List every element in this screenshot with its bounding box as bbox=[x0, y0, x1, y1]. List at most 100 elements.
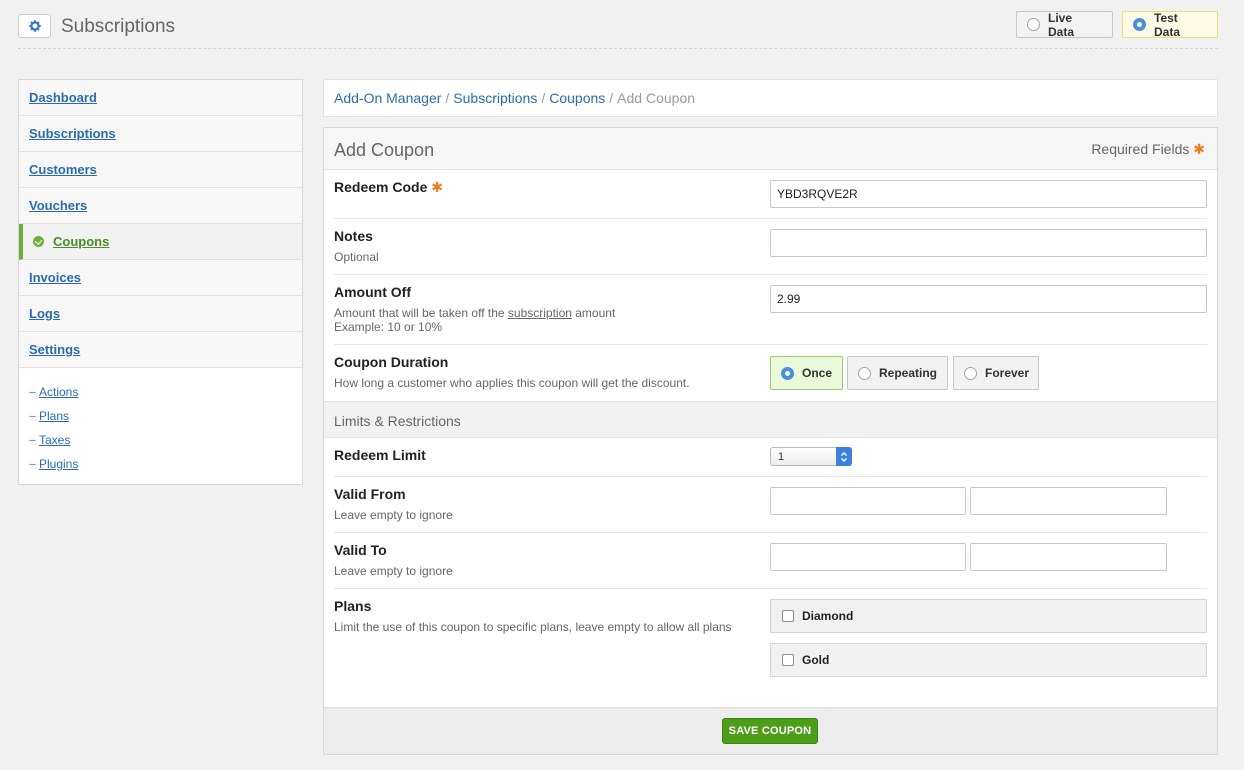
sidebar-link-dashboard[interactable]: Dashboard bbox=[29, 90, 97, 105]
page-title: Subscriptions bbox=[61, 16, 176, 37]
sidebar-subitem-plugins[interactable]: --- Plugins bbox=[19, 452, 302, 476]
sidebar-item-invoices[interactable]: Invoices bbox=[19, 260, 302, 296]
sidebar-link-vouchers[interactable]: Vouchers bbox=[29, 198, 87, 213]
coupon-duration-row: Coupon Duration How long a customer who … bbox=[334, 345, 1207, 401]
amount-off-value: 2.99 bbox=[777, 292, 801, 306]
redeem-limit-select[interactable]: 1 bbox=[770, 447, 852, 466]
redeem-code-value: YBD3RQVE2R bbox=[777, 187, 858, 201]
radio-selected-icon bbox=[1133, 18, 1146, 31]
duration-repeating-button[interactable]: Repeating bbox=[847, 356, 948, 390]
plan-option-gold[interactable]: Gold bbox=[770, 643, 1207, 677]
redeem-code-input[interactable]: YBD3RQVE2R bbox=[770, 180, 1207, 208]
duration-forever-button[interactable]: Forever bbox=[953, 356, 1039, 390]
valid-from-time-input[interactable] bbox=[970, 487, 1167, 515]
valid-to-row: Valid To Leave empty to ignore bbox=[334, 533, 1207, 589]
dash-icon: --- bbox=[29, 459, 36, 469]
save-coupon-button[interactable]: SAVE COUPON bbox=[722, 718, 818, 744]
test-data-toggle[interactable]: Test Data bbox=[1122, 11, 1218, 39]
sidebar-item-dashboard[interactable]: Dashboard bbox=[19, 80, 302, 116]
sidebar-sublink-taxes[interactable]: Taxes bbox=[39, 433, 70, 447]
redeem-limit-row: Redeem Limit 1 bbox=[334, 438, 1207, 477]
plan-option-diamond-label: Diamond bbox=[802, 609, 854, 623]
breadcrumb-separator: / bbox=[541, 90, 546, 106]
sidebar-link-customers[interactable]: Customers bbox=[29, 162, 97, 177]
sidebar-subitem-taxes[interactable]: --- Taxes bbox=[19, 428, 302, 452]
plan-option-gold-label: Gold bbox=[802, 653, 830, 667]
breadcrumb-separator: / bbox=[609, 90, 614, 106]
notes-row: Notes Optional bbox=[334, 219, 1207, 275]
amount-off-row: Amount Off Amount that will be taken off… bbox=[334, 275, 1207, 345]
duration-repeating-label: Repeating bbox=[879, 366, 938, 380]
dash-icon: --- bbox=[29, 387, 36, 397]
required-fields-label: Required Fields bbox=[1091, 141, 1190, 157]
plans-row: Plans Limit the use of this coupon to sp… bbox=[334, 589, 1207, 689]
valid-from-help: Leave empty to ignore bbox=[334, 508, 453, 522]
breadcrumb-link-addon-manager[interactable]: Add-On Manager bbox=[334, 90, 441, 106]
sidebar-subitem-actions[interactable]: --- Actions bbox=[19, 380, 302, 404]
required-asterisk-icon: ✱ bbox=[431, 179, 443, 195]
duration-once-label: Once bbox=[802, 366, 833, 380]
sidebar-link-logs[interactable]: Logs bbox=[29, 306, 60, 321]
sidebar-sublink-actions[interactable]: Actions bbox=[39, 385, 78, 399]
coupon-duration-label: Coupon Duration bbox=[334, 354, 449, 370]
breadcrumb: Add-On Manager / Subscriptions / Coupons… bbox=[323, 79, 1218, 117]
valid-to-label: Valid To bbox=[334, 542, 387, 558]
sidebar-link-subscriptions[interactable]: Subscriptions bbox=[29, 126, 116, 141]
duration-forever-label: Forever bbox=[985, 366, 1030, 380]
top-header: Subscriptions Live Data Test Data bbox=[18, 11, 1218, 49]
plans-label: Plans bbox=[334, 598, 372, 614]
breadcrumb-link-coupons[interactable]: Coupons bbox=[549, 90, 605, 106]
dash-icon: --- bbox=[29, 411, 36, 421]
settings-button[interactable] bbox=[18, 14, 51, 38]
valid-to-help: Leave empty to ignore bbox=[334, 564, 453, 578]
amount-off-help-post: amount bbox=[571, 306, 616, 320]
check-circle-icon bbox=[33, 236, 44, 247]
add-coupon-panel: Add Coupon Required Fields ✱ Redeem Code… bbox=[323, 127, 1218, 755]
amount-off-help: Amount that will be taken off the subscr… bbox=[334, 306, 615, 320]
redeem-limit-value: 1 bbox=[778, 450, 785, 463]
sidebar-link-settings[interactable]: Settings bbox=[29, 342, 80, 357]
amount-off-label: Amount Off bbox=[334, 284, 411, 300]
amount-off-example: Example: 10 or 10% bbox=[334, 320, 443, 334]
plan-option-diamond[interactable]: Diamond bbox=[770, 599, 1207, 633]
panel-footer: SAVE COUPON bbox=[324, 707, 1217, 754]
breadcrumb-current: Add Coupon bbox=[617, 90, 696, 106]
valid-to-time-input[interactable] bbox=[970, 543, 1167, 571]
sidebar-link-invoices[interactable]: Invoices bbox=[29, 270, 81, 285]
sidebar-sublink-plugins[interactable]: Plugins bbox=[39, 457, 78, 471]
valid-from-date-input[interactable] bbox=[770, 487, 966, 515]
breadcrumb-link-subscriptions[interactable]: Subscriptions bbox=[453, 90, 537, 106]
sidebar-sublink-plans[interactable]: Plans bbox=[39, 409, 69, 423]
radio-icon bbox=[858, 366, 871, 380]
radio-icon bbox=[1027, 18, 1040, 31]
valid-from-row: Valid From Leave empty to ignore bbox=[334, 477, 1207, 533]
breadcrumb-separator: / bbox=[445, 90, 450, 106]
amount-off-help-pre: Amount that will be taken off the bbox=[334, 306, 508, 320]
redeem-code-label-text: Redeem Code bbox=[334, 179, 428, 195]
redeem-limit-label: Redeem Limit bbox=[334, 447, 426, 463]
sidebar-item-logs[interactable]: Logs bbox=[19, 296, 302, 332]
sidebar-subitem-plans[interactable]: --- Plans bbox=[19, 404, 302, 428]
coupon-duration-help: How long a customer who applies this cou… bbox=[334, 376, 690, 390]
sidebar-sublist: --- Actions --- Plans --- Taxes --- Plugins bbox=[19, 368, 302, 476]
notes-label: Notes bbox=[334, 228, 373, 244]
stepper-arrows-icon bbox=[836, 447, 852, 466]
sidebar-item-vouchers[interactable]: Vouchers bbox=[19, 188, 302, 224]
checkbox-icon[interactable] bbox=[782, 654, 794, 666]
checkbox-icon[interactable] bbox=[782, 610, 794, 622]
valid-from-label: Valid From bbox=[334, 486, 406, 502]
sidebar-item-customers[interactable]: Customers bbox=[19, 152, 302, 188]
duration-once-button[interactable]: Once bbox=[770, 356, 843, 390]
sidebar-item-subscriptions[interactable]: Subscriptions bbox=[19, 116, 302, 152]
required-asterisk-icon: ✱ bbox=[1193, 141, 1205, 157]
notes-help: Optional bbox=[334, 250, 379, 264]
notes-input[interactable] bbox=[770, 229, 1207, 257]
amount-off-input[interactable]: 2.99 bbox=[770, 285, 1207, 313]
redeem-code-row: Redeem Code ✱ YBD3RQVE2R bbox=[334, 170, 1207, 219]
dash-icon: --- bbox=[29, 435, 36, 445]
sidebar-item-settings[interactable]: Settings bbox=[19, 332, 302, 368]
live-data-toggle[interactable]: Live Data bbox=[1016, 11, 1113, 39]
valid-to-date-input[interactable] bbox=[770, 543, 966, 571]
sidebar-link-coupons[interactable]: Coupons bbox=[53, 234, 109, 249]
sidebar-item-coupons[interactable]: Coupons bbox=[19, 224, 302, 260]
